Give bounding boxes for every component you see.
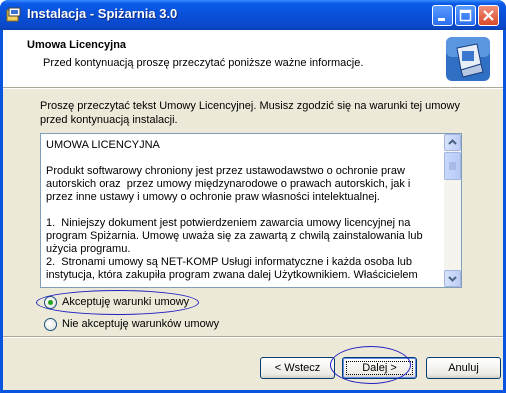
title-bar[interactable]: Instalacja - Spiżarnia 3.0 [0,0,506,30]
installer-app-icon[interactable] [6,7,22,23]
decline-radio-label[interactable]: Nie akceptuję warunków umowy [62,318,219,330]
grip-icon [449,162,456,170]
scroll-thumb[interactable] [444,152,461,180]
back-button[interactable]: < Wstecz [260,357,335,379]
footer-divider [3,336,503,338]
license-text: UMOWA LICENCYJNA Produkt softwarowy chro… [46,139,423,281]
scroll-down-button[interactable] [444,270,461,287]
page-subtitle: Przed kontynuacją proszę przeczytać poni… [43,57,364,69]
header-divider [3,87,503,89]
close-button[interactable] [478,5,499,26]
annotation-ellipse-next [330,346,411,384]
license-text-area[interactable]: UMOWA LICENCYJNA Produkt softwarowy chro… [40,133,462,288]
chevron-up-icon [448,139,457,145]
decline-radio-option[interactable]: Nie akceptuję warunków umowy [44,317,234,333]
close-icon [483,10,494,21]
scroll-up-button[interactable] [444,134,461,151]
decline-radio-button[interactable] [44,318,57,331]
wizard-body: Umowa Licencyjna Przed kontynuacją prosz… [3,30,503,390]
license-intro-text: Proszę przeczytać tekst Umowy Licencyjne… [40,100,460,126]
cancel-button[interactable]: Anuluj [426,357,501,379]
minimize-button[interactable] [432,5,453,26]
installer-window: Instalacja - Spiżarnia 3.0 Umowa Licency… [0,0,506,393]
minimize-icon [438,18,445,21]
maximize-icon [459,9,472,22]
page-title: Umowa Licencyjna [27,39,127,51]
annotation-ellipse-accept [36,290,199,315]
maximize-button[interactable] [455,5,476,26]
window-title: Instalacja - Spiżarnia 3.0 [27,6,178,21]
chevron-down-icon [448,276,457,282]
wizard-header: Umowa Licencyjna Przed kontynuacją prosz… [3,30,503,87]
license-scrollbar[interactable] [444,134,461,287]
setup-computer-icon [443,34,493,84]
